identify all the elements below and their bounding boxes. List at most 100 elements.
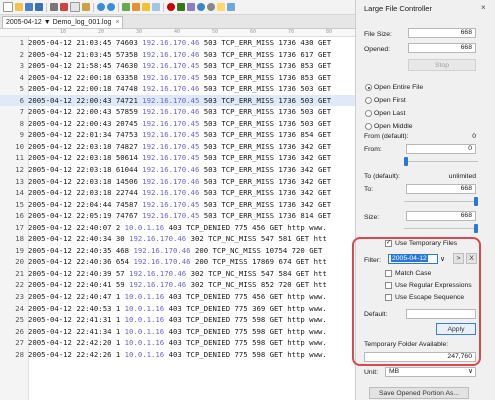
- editor-line[interactable]: 12 2005-04-12 22:03:18 61044 192.16.170.4…: [0, 164, 355, 176]
- filter-clear-button[interactable]: X: [466, 253, 477, 264]
- to-field[interactable]: 668: [406, 184, 476, 194]
- editor-line[interactable]: 15 2005-04-12 22:04:44 74587 192.16.170.4…: [0, 199, 355, 211]
- open-mode-radio[interactable]: [365, 110, 372, 117]
- editor-line[interactable]: 21 2005-04-12 22:40:39 57 192.16.170.46 3…: [0, 268, 355, 280]
- redo-icon[interactable]: [107, 3, 115, 11]
- save-icon[interactable]: [25, 3, 33, 11]
- macro-play-icon[interactable]: [177, 3, 185, 11]
- find-icon[interactable]: [122, 3, 130, 11]
- log-time: 21:03:45 74603: [71, 38, 143, 47]
- default-label: Default:: [364, 311, 388, 318]
- default-field[interactable]: [406, 309, 476, 319]
- editor-line[interactable]: 23 2005-04-12 22:40:47 1 10.0.1.16 403 TC…: [0, 291, 355, 303]
- editor-line[interactable]: 17 2005-04-12 22:40:07 2 10.0.1.16 403 TC…: [0, 222, 355, 234]
- word-wrap-icon[interactable]: [152, 3, 160, 11]
- line-number: 18: [15, 234, 24, 244]
- filter-next-button[interactable]: >: [453, 253, 464, 264]
- editor-line[interactable]: 14 2005-04-12 22:03:18 22744 192.16.170.4…: [0, 187, 355, 199]
- cut-icon[interactable]: [60, 3, 68, 11]
- log-time: 22:00:43 74721: [71, 95, 143, 105]
- open-mode-radio[interactable]: [365, 97, 372, 104]
- unit-select[interactable]: MB ∨: [385, 367, 476, 377]
- replace-icon[interactable]: [132, 3, 140, 11]
- macro-record-icon[interactable]: [167, 3, 175, 11]
- editor-line[interactable]: 8 2005-04-12 22:00:43 20745 192.16.170.45…: [0, 118, 355, 130]
- log-date: 2005-04-12: [28, 292, 72, 302]
- size-field[interactable]: 668: [406, 211, 476, 221]
- tab-demo-log[interactable]: 2005-04-12 ▼ Demo_log_001.log ×: [2, 16, 124, 28]
- paste-icon[interactable]: [82, 3, 90, 11]
- from-field[interactable]: 0: [406, 144, 476, 154]
- line-number: 28: [15, 349, 24, 359]
- editor-line[interactable]: 11 2005-04-12 22:03:18 50614 192.16.170.4…: [0, 152, 355, 164]
- editor-line[interactable]: 6 2005-04-12 22:00:43 74721 192.16.170.45…: [0, 94, 355, 107]
- save-all-icon[interactable]: [35, 3, 43, 11]
- editor-line[interactable]: 27 2005-04-12 22:42:20 1 10.0.1.16 403 TC…: [0, 337, 355, 349]
- editor-line[interactable]: 22 2005-04-12 22:40:41 59 192.16.170.46 3…: [0, 279, 355, 291]
- copy-icon[interactable]: [70, 2, 80, 12]
- editor-line[interactable]: 4 2005-04-12 22:00:18 63358 192.16.170.45…: [0, 72, 355, 84]
- log-time: 21:58:45 74630: [71, 61, 143, 71]
- editor-line[interactable]: 20 2005-04-12 22:40:36 654 192.16.170.46 …: [0, 256, 355, 268]
- editor-line[interactable]: 28 2005-04-12 22:42:26 1 10.0.1.16 403 TC…: [0, 349, 355, 361]
- save-opened-portion-button[interactable]: Save Opened Portion As...: [369, 387, 469, 399]
- size-slider[interactable]: [404, 224, 478, 233]
- editor-line[interactable]: 19 2005-04-12 22:40:35 468 192.16.170.46 …: [0, 245, 355, 257]
- open-mode-radio[interactable]: [365, 123, 372, 130]
- from-label: From:: [364, 146, 382, 153]
- regex-checkbox[interactable]: [385, 282, 392, 289]
- log-time: 22:42:26 1: [71, 349, 125, 359]
- editor-line[interactable]: 2 2005-04-12 21:03:45 57358 192.16.170.46…: [0, 49, 355, 61]
- log-rest: 503 TCP_ERR_MISS 1736 503 GET: [199, 107, 332, 117]
- editor-line[interactable]: 26 2005-04-12 22:41:34 1 10.0.1.16 403 TC…: [0, 326, 355, 338]
- log-time: 22:03:18 14506: [71, 176, 143, 186]
- stop-button[interactable]: Stop: [408, 59, 476, 71]
- editor-line[interactable]: 24 2005-04-12 22:40:53 1 10.0.1.16 403 TC…: [0, 303, 355, 315]
- editor-line[interactable]: 5 2005-04-12 22:00:18 74748 192.16.170.46…: [0, 83, 355, 95]
- ruler-tick: 80: [326, 29, 333, 35]
- editor-line[interactable]: 7 2005-04-12 22:00:43 57859 192.16.170.46…: [0, 106, 355, 118]
- log-time: 22:40:41 59: [71, 280, 130, 290]
- editor-line[interactable]: 10 2005-04-12 22:03:18 74827 192.16.170.4…: [0, 141, 355, 153]
- use-temporary-files-label: Use Temporary Files: [395, 240, 458, 247]
- new-file-icon[interactable]: [3, 2, 13, 12]
- to-slider-thumb[interactable]: [474, 197, 478, 206]
- log-rest: 503 TCP_ERR_MISS 1736 814 GET: [199, 211, 332, 221]
- editor-line[interactable]: 18 2005-04-12 22:40:34 30 192.16.170.46 3…: [0, 233, 355, 245]
- text-editor[interactable]: 1 2005-04-12 21:03:45 74603 192.16.170.46…: [0, 37, 355, 400]
- log-time: 22:41:34 1: [71, 326, 125, 336]
- match-case-label: Match Case: [395, 270, 432, 277]
- editor-line[interactable]: 25 2005-04-12 22:41:31 1 10.0.1.16 403 TC…: [0, 314, 355, 326]
- editor-line[interactable]: 9 2005-04-12 22:01:34 74753 192.16.170.45…: [0, 129, 355, 141]
- from-slider[interactable]: [404, 157, 478, 166]
- editor-line[interactable]: 13 2005-04-12 22:03:18 14506 192.16.170.4…: [0, 176, 355, 188]
- tab-close-icon[interactable]: ×: [115, 19, 119, 26]
- unit-value: MB: [389, 368, 400, 375]
- editor-line[interactable]: 3 2005-04-12 21:58:45 74630 192.16.170.45…: [0, 60, 355, 72]
- undo-icon[interactable]: [97, 3, 105, 11]
- escape-sequence-checkbox[interactable]: [385, 294, 392, 301]
- open-mode-radio[interactable]: [365, 84, 372, 91]
- panel-close-icon[interactable]: ×: [481, 3, 486, 12]
- settings-icon[interactable]: [207, 3, 215, 11]
- from-slider-thumb[interactable]: [404, 157, 408, 166]
- highlight-icon[interactable]: [217, 3, 225, 11]
- use-temporary-files-checkbox[interactable]: ✓: [385, 240, 392, 247]
- regex-label: Use Regular Expressions: [395, 282, 472, 289]
- print-icon[interactable]: [50, 3, 58, 11]
- apply-button[interactable]: Apply: [436, 323, 476, 335]
- editor-line[interactable]: 16 2005-04-12 22:05:19 74767 192.16.170.4…: [0, 210, 355, 222]
- browser-icon[interactable]: [197, 3, 205, 11]
- match-case-checkbox[interactable]: [385, 270, 392, 277]
- editor-line[interactable]: 1 2005-04-12 21:03:45 74603 192.16.170.46…: [0, 37, 355, 49]
- bookmark-icon[interactable]: [142, 3, 150, 11]
- to-slider[interactable]: [404, 197, 478, 206]
- log-time: 22:04:44 74587: [71, 199, 143, 209]
- log-rest: 403 TCP_DENIED 775 598 GET http www.: [164, 338, 327, 348]
- chevron-down-icon[interactable]: ∨: [440, 255, 445, 263]
- open-folder-icon[interactable]: [15, 3, 23, 11]
- filter-dropdown[interactable]: 2005-04-12: [388, 254, 438, 264]
- filter-icon[interactable]: [227, 3, 235, 11]
- compare-icon[interactable]: [187, 3, 195, 11]
- size-slider-thumb[interactable]: [474, 224, 478, 233]
